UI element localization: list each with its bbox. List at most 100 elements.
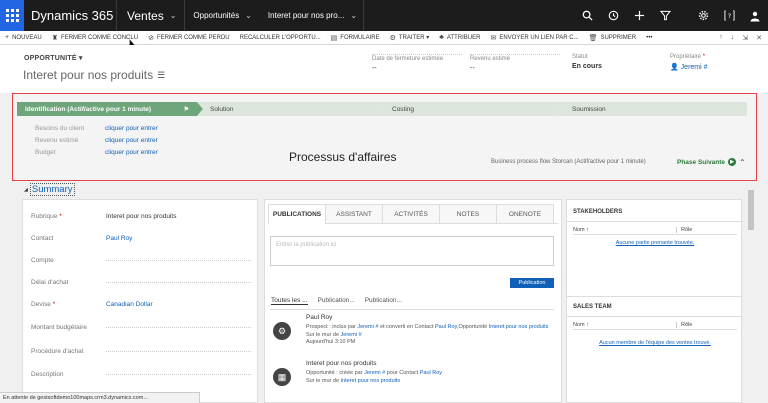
field-label: Besoins du client: [35, 124, 85, 132]
stage-solution[interactable]: Solution: [197, 102, 383, 116]
app-brand[interactable]: Dynamics 365: [24, 8, 116, 23]
field-value: --: [372, 65, 377, 72]
popout-icon[interactable]: ⇲: [742, 34, 748, 42]
cmd-close-lost-button[interactable]: ⊘ FERMER COMME PERDU: [143, 34, 235, 42]
arrow-up-icon[interactable]: ↑: [719, 34, 723, 41]
stakeholders-empty[interactable]: Aucune partie prenante trouvée.: [573, 240, 737, 246]
user-link[interactable]: Jeremi #: [364, 370, 385, 376]
field-description[interactable]: Description: [31, 368, 251, 380]
help-button[interactable]: ?: [716, 0, 742, 31]
stage-costing[interactable]: Costing: [377, 102, 563, 116]
opportunity-link[interactable]: Interet pour nos produits: [489, 324, 549, 330]
column-header-name[interactable]: Nom ↑: [573, 226, 677, 233]
more-icon: •••: [646, 34, 653, 41]
owner-link[interactable]: 👤 Jeremi #: [670, 63, 708, 71]
column-header-name[interactable]: Nom ↑: [573, 321, 677, 328]
stakeholders-title: STAKEHOLDERS: [573, 209, 623, 215]
field-devise[interactable]: Devise * Canadian Dollar: [31, 298, 251, 310]
list-menu-icon[interactable]: ☰: [157, 70, 165, 81]
arrow-down-icon[interactable]: ↓: [731, 34, 735, 41]
field-montant-budgetaire[interactable]: Montant budgétaire: [31, 321, 251, 333]
filter-icon: [659, 10, 671, 21]
collapse-chevron-icon[interactable]: ⌃: [739, 158, 746, 167]
field-compte[interactable]: Compte: [31, 254, 251, 266]
breadcrumb-label: Opportunités: [193, 11, 240, 20]
field-contact[interactable]: Contact Paul Roy: [31, 232, 251, 244]
recent-button[interactable]: [600, 0, 626, 31]
advanced-find-button[interactable]: [652, 0, 678, 31]
cmd-email-link-button[interactable]: ✉ ENVOYER UN LIEN PAR C...: [485, 34, 583, 42]
record-header: OPPORTUNITÉ ▾ Interet pour nos produits …: [0, 45, 768, 93]
cmd-new-button[interactable]: + NOUVEAU: [0, 34, 47, 41]
post-text: Prospect : inclus par Jeremi # et conver…: [306, 324, 549, 330]
form-icon: ▤: [330, 34, 338, 42]
header-field-close-date[interactable]: Date de fermeture estimée --: [372, 54, 462, 72]
field-label: Statut: [572, 54, 588, 60]
search-icon: [582, 10, 593, 21]
user-button[interactable]: [742, 0, 768, 31]
cmd-form-button[interactable]: ▤ FORMULAIRE: [326, 34, 385, 42]
arrow-right-icon: ▶: [728, 158, 737, 166]
sales-team-title: SALES TEAM: [573, 304, 612, 310]
column-header-role[interactable]: Rôle: [677, 227, 692, 233]
field-label: Procédure d'achat: [31, 347, 84, 355]
tab-notes[interactable]: NOTES: [439, 204, 497, 223]
search-button[interactable]: [574, 0, 600, 31]
field-input[interactable]: cliquer pour entrer: [105, 137, 158, 144]
business-process-flow: Identification (Actif/active pour 1 minu…: [12, 93, 757, 181]
tab-assistant[interactable]: ASSISTANT: [325, 204, 383, 223]
tab-onenote[interactable]: ONENOTE: [496, 204, 554, 223]
app-launcher-button[interactable]: [0, 0, 24, 31]
entity-selector[interactable]: OPPORTUNITÉ ▾: [24, 54, 83, 62]
field-procedure-achat[interactable]: Procédure d'achat: [31, 345, 251, 357]
quick-create-button[interactable]: [626, 0, 652, 31]
stage-soumission[interactable]: Soumission: [557, 102, 747, 116]
module-selector[interactable]: Ventes ⌄: [117, 9, 184, 23]
filter-all[interactable]: Toutes les ...: [271, 297, 308, 305]
wall-link[interactable]: Jeremi #: [341, 332, 362, 338]
cmd-more-button[interactable]: •••: [641, 35, 657, 41]
breadcrumb-opportunities[interactable]: Opportunités ⌄: [185, 11, 260, 20]
section-summary-header[interactable]: ◢ Summary: [24, 183, 75, 196]
field-rubrique[interactable]: Rubrique * Interet pour nos produits: [31, 210, 251, 222]
bpf-field-row: Budget cliquer pour entrer: [35, 146, 158, 158]
settings-button[interactable]: [690, 0, 716, 31]
field-input[interactable]: cliquer pour entrer: [105, 125, 158, 132]
cmd-recalculate-button[interactable]: RECALCULER L'OPPORTU...: [235, 35, 326, 41]
required-marker: *: [59, 212, 62, 220]
user-link[interactable]: Jeremi #: [357, 324, 378, 330]
scrollbar-thumb[interactable]: [748, 190, 754, 230]
contact-link[interactable]: Paul Roy: [420, 370, 442, 376]
contact-link[interactable]: Paul Roy: [106, 235, 132, 242]
cmd-label: NOUVEAU: [12, 34, 42, 41]
post-input[interactable]: Entrer la publication ici: [270, 236, 554, 266]
publish-button[interactable]: Publication: [510, 278, 554, 288]
header-field-owner[interactable]: Propriétaire * 👤 Jeremi #: [670, 54, 708, 71]
tab-activites[interactable]: ACTIVITÉS: [382, 204, 440, 223]
field-input[interactable]: cliquer pour entrer: [105, 149, 158, 156]
next-stage-button[interactable]: Phase Suivante ▶: [677, 158, 737, 166]
close-icon[interactable]: ✕: [756, 34, 762, 42]
user-icon: [750, 11, 760, 21]
help-icon: ?: [723, 10, 735, 21]
cmd-delete-button[interactable]: 🗑 SUPPRIMER: [584, 34, 642, 42]
currency-link[interactable]: Canadian Dollar: [106, 301, 153, 308]
header-field-revenue[interactable]: Revenu estimé --: [470, 54, 560, 72]
cmd-assign-button[interactable]: ♣ ATTRIBUER: [434, 34, 485, 41]
tab-publications[interactable]: PUBLICATIONS: [268, 204, 326, 224]
page-scrollbar[interactable]: [745, 187, 757, 403]
contact-link[interactable]: Paul Roy: [435, 324, 457, 330]
filter-user-posts[interactable]: Publication...: [365, 297, 402, 305]
sales-team-empty[interactable]: Aucun membre de l'équipe des ventes trou…: [573, 340, 737, 346]
bpf-fields: Besoins du client cliquer pour entrer Rev…: [35, 122, 158, 158]
field-delai-achat[interactable]: Délai d'achat: [31, 276, 251, 288]
column-header-role[interactable]: Rôle: [677, 322, 692, 328]
cmd-process-button[interactable]: ⚙ TRAITER ▾: [385, 34, 435, 42]
stage-identification[interactable]: Identification (Actif/active pour 1 minu…: [17, 102, 203, 116]
post-wall: Sur le mur de Interet pour nos produits: [306, 377, 401, 384]
owner-name: Jeremi #: [680, 64, 708, 71]
command-bar: + NOUVEAU ♜ FERMER COMME CONCLU ⊘ FERMER CO…: [0, 31, 768, 45]
breadcrumb-record[interactable]: Interet pour nos pro... ⌄: [260, 11, 363, 20]
wall-link[interactable]: Interet pour nos produits: [341, 378, 401, 384]
filter-auto-posts[interactable]: Publication...: [318, 297, 355, 305]
